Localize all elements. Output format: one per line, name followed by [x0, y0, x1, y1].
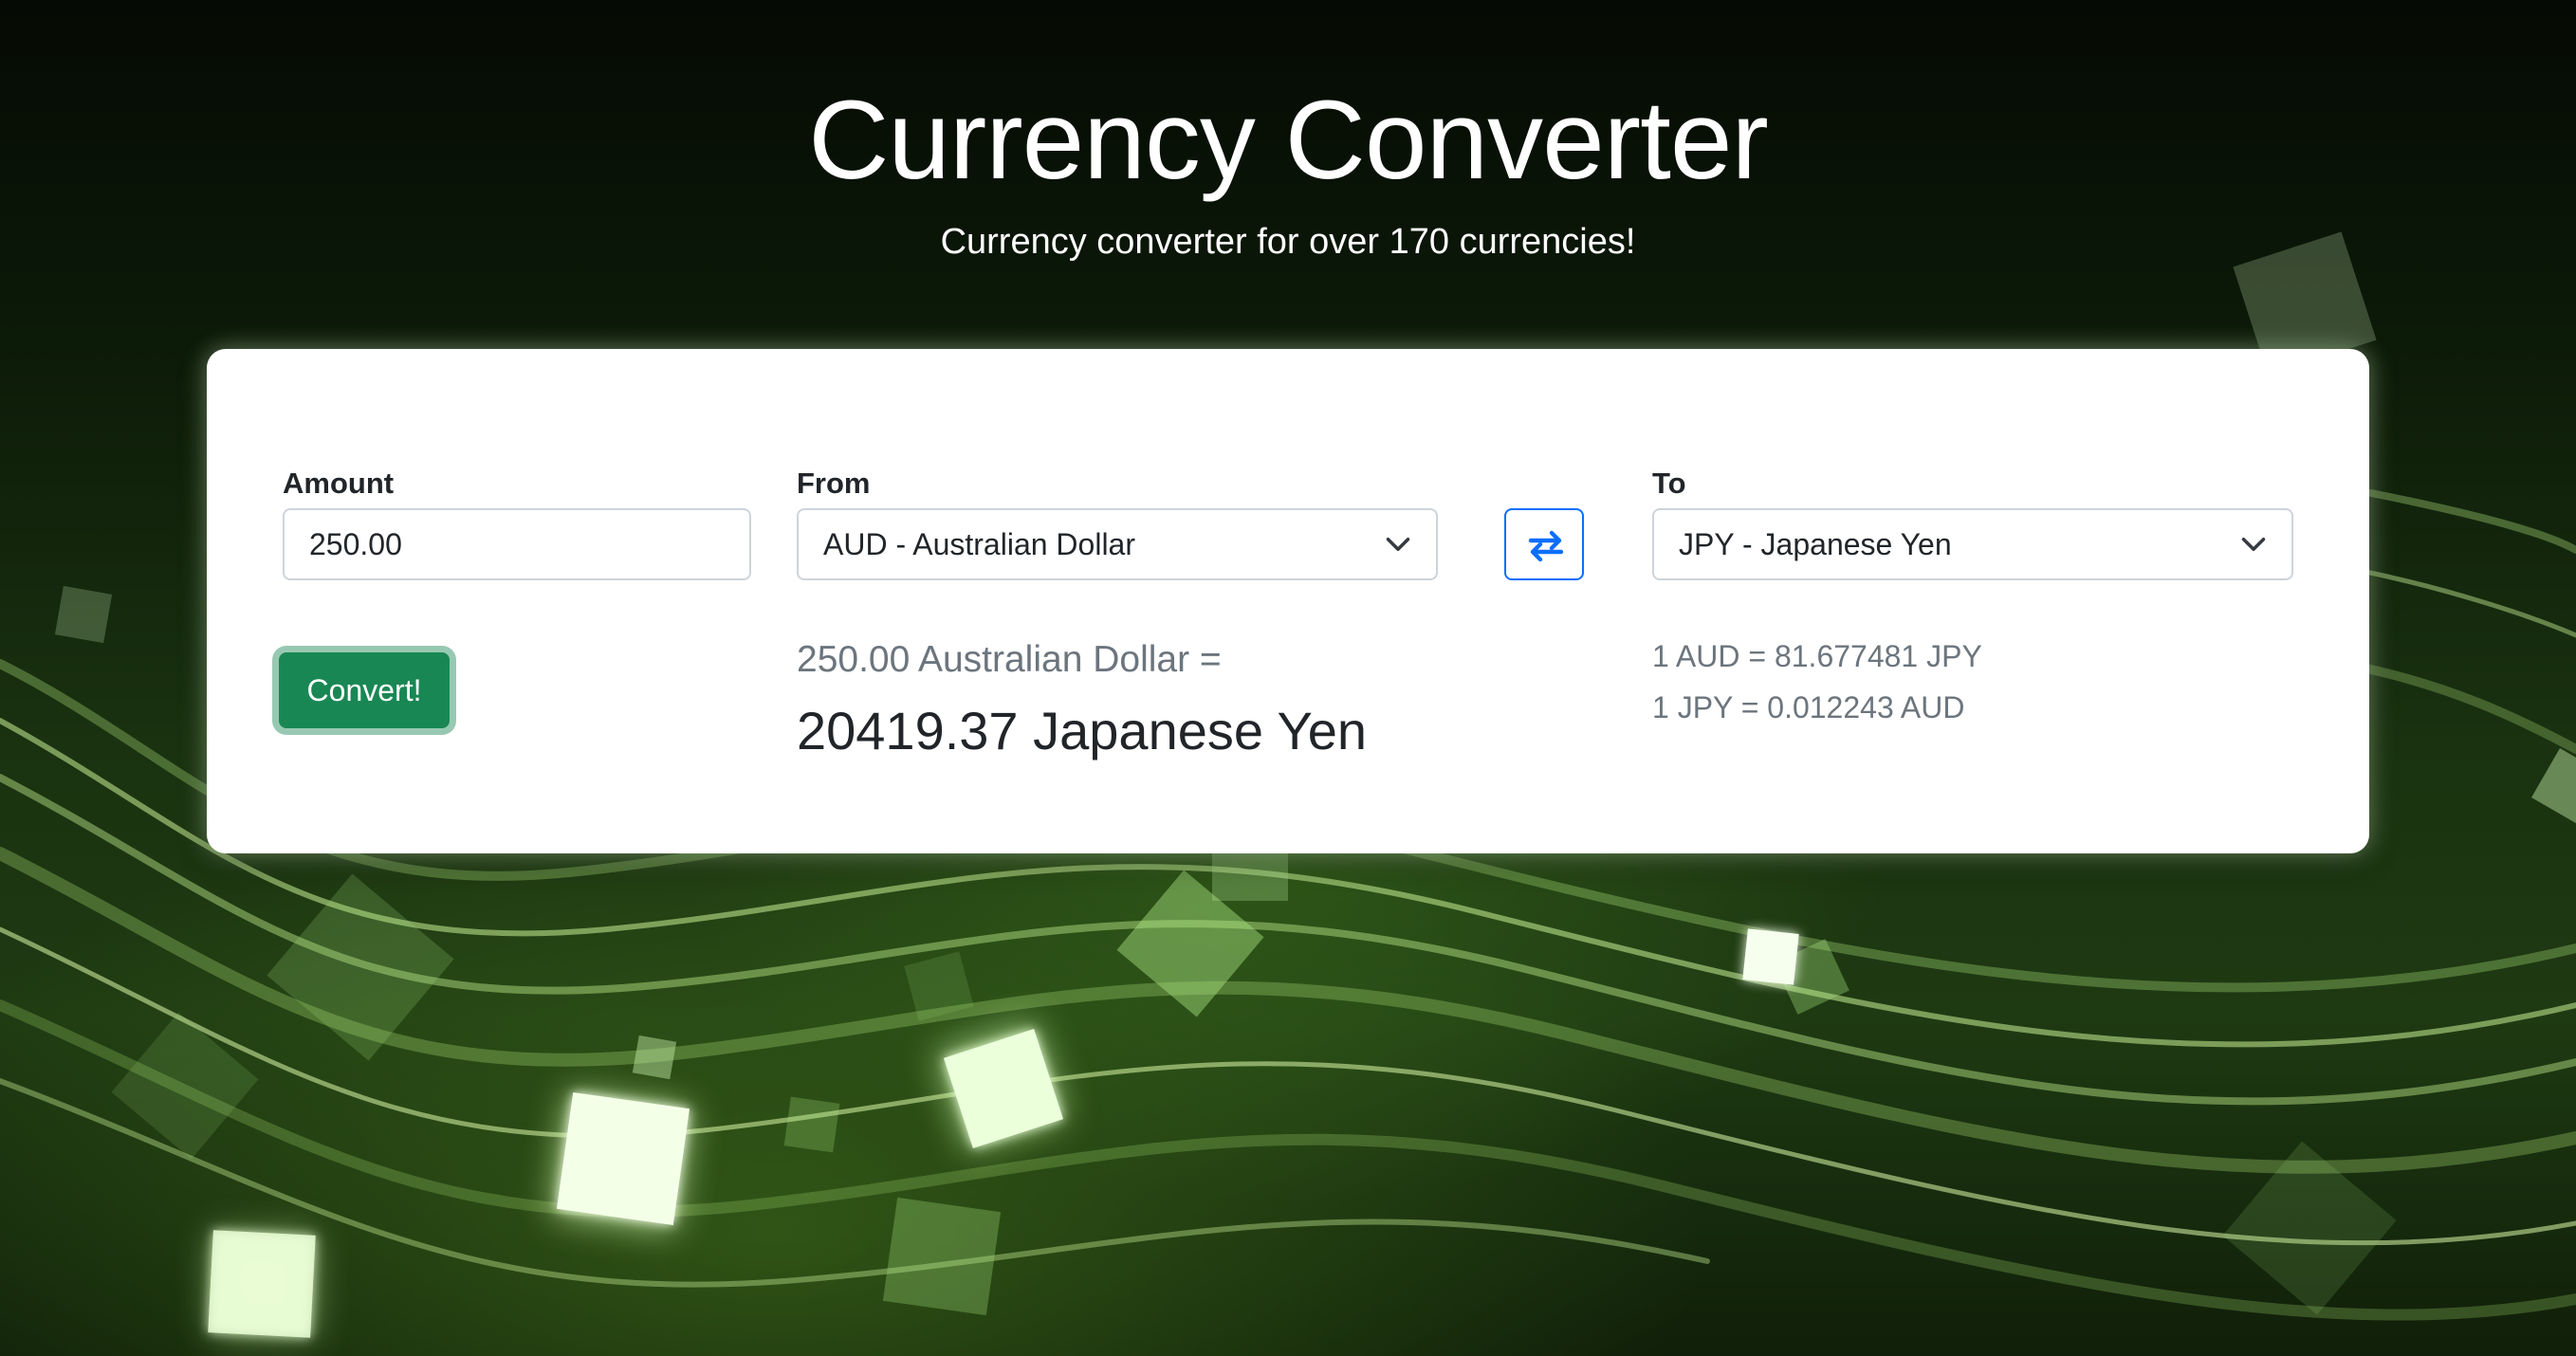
- page-title: Currency Converter: [808, 78, 1769, 203]
- chevron-down-icon: [1386, 538, 1410, 551]
- swap-currencies-button[interactable]: [1504, 508, 1584, 580]
- conversion-result-text: 20419.37 Japanese Yen: [797, 701, 1368, 760]
- conversion-source-text: 250.00 Australian Dollar =: [797, 639, 1222, 680]
- exchange-rate-forward: 1 AUD = 81.677481 JPY: [1652, 639, 1982, 673]
- amount-input[interactable]: [283, 508, 751, 580]
- to-currency-value: JPY - Japanese Yen: [1679, 527, 1952, 561]
- chevron-down-icon: [2241, 538, 2266, 551]
- convert-button[interactable]: Convert!: [279, 652, 450, 728]
- amount-label: Amount: [283, 467, 395, 500]
- from-currency-select[interactable]: AUD - Australian Dollar: [797, 508, 1438, 580]
- to-label: To: [1652, 467, 1686, 500]
- from-currency-value: AUD - Australian Dollar: [823, 527, 1135, 561]
- converter-card: Amount From AUD - Australian Dollar To J…: [207, 349, 2369, 853]
- page-subtitle: Currency converter for over 170 currenci…: [940, 222, 1636, 262]
- swap-arrows-icon: [1528, 530, 1564, 562]
- exchange-rate-reverse: 1 JPY = 0.012243 AUD: [1652, 690, 1965, 724]
- to-currency-select[interactable]: JPY - Japanese Yen: [1652, 508, 2293, 580]
- from-label: From: [797, 467, 871, 500]
